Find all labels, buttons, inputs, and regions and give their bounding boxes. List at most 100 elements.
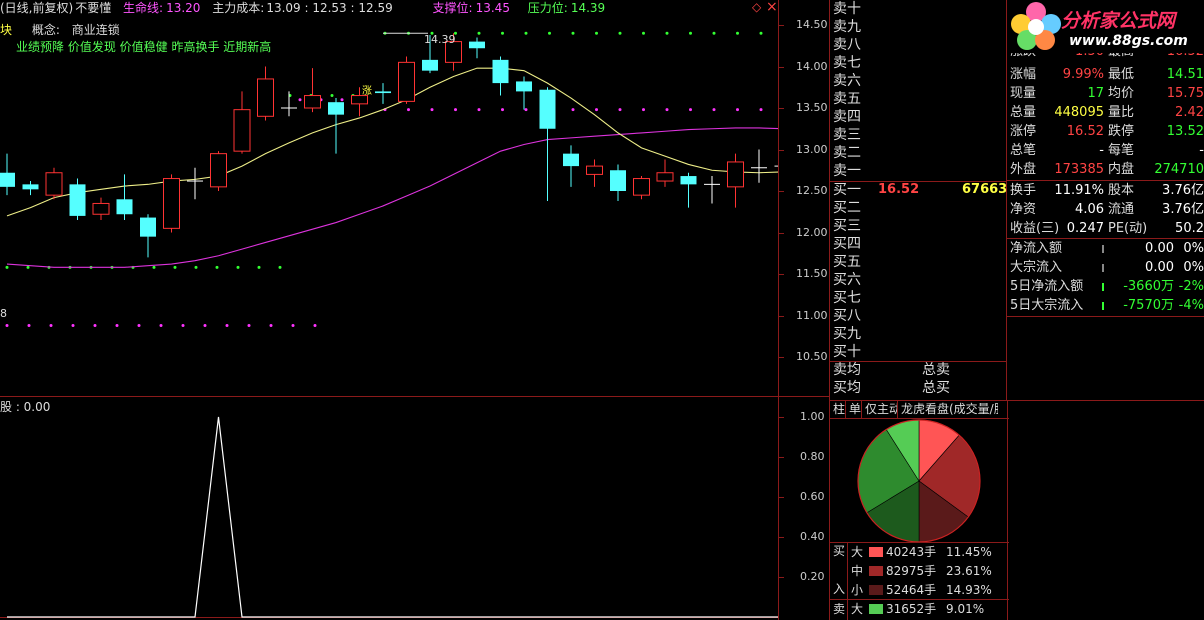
legend-pct: 23.61% xyxy=(946,564,992,578)
legend-swatch xyxy=(869,547,883,557)
change-label: 涨跌 xyxy=(1010,53,1036,61)
lifeline-dot xyxy=(736,108,739,112)
indicator-tick: 0.40 xyxy=(800,530,825,543)
low-dot xyxy=(5,323,9,327)
support-dot xyxy=(278,265,282,269)
indicator-chart[interactable] xyxy=(0,397,778,620)
flow-bar xyxy=(1102,264,1104,272)
candle-body xyxy=(563,153,579,167)
quote-row-label: 总量 xyxy=(1010,105,1037,120)
pressure-dot xyxy=(524,31,528,35)
quote-row-value-2: - xyxy=(1199,143,1204,158)
candle-body xyxy=(304,95,321,109)
quote-row-2-value: 0.247 xyxy=(1066,221,1104,236)
flow-label: 净流入额 xyxy=(1010,241,1063,256)
quote-row-label-2: 最低 xyxy=(1108,67,1135,82)
buy-level-label: 买十 xyxy=(833,344,861,360)
lifeline-dot xyxy=(712,108,716,112)
legend-col-line xyxy=(847,543,848,620)
candle-body xyxy=(116,199,133,215)
price-tick: 12.00 xyxy=(796,225,828,239)
low-dot xyxy=(71,323,75,327)
candle-body xyxy=(727,161,744,188)
lifeline-dot xyxy=(618,108,622,112)
quote-row-2-label-2: 流通 xyxy=(1108,202,1135,217)
buy1-price: 16.52 xyxy=(878,182,920,197)
candle-body xyxy=(375,91,391,94)
cost-dot xyxy=(330,94,334,98)
price-tick-mark xyxy=(779,315,784,317)
price-tick-mark xyxy=(779,25,784,26)
indicator-tick-mark xyxy=(779,537,784,538)
tab-1[interactable]: 单 xyxy=(846,401,862,418)
quote-row-label: 外盘 xyxy=(1010,162,1037,177)
quote-row-label: 涨幅 xyxy=(1010,67,1037,82)
pressure-dot xyxy=(548,31,551,35)
quote-row-label-2: 跌停 xyxy=(1108,124,1135,139)
concept-line: 块 概念: 商业连锁 xyxy=(0,21,120,38)
flow-pct: 0% xyxy=(1183,241,1204,256)
sell-level-label: 卖二 xyxy=(833,145,861,161)
lifeline-dot xyxy=(689,108,692,112)
lifeline-dot xyxy=(595,108,598,112)
quote-divider-3 xyxy=(1007,316,1204,317)
kline-chart[interactable] xyxy=(0,0,778,396)
legend-buy-label-2: 入 xyxy=(833,582,846,596)
candle-body xyxy=(92,202,110,215)
legend-size: 小 xyxy=(851,583,864,597)
quote-row-label: 总笔 xyxy=(1010,143,1037,158)
price-tick-mark xyxy=(779,108,784,109)
pressure-dot xyxy=(712,31,716,35)
legend-swatch xyxy=(869,585,883,595)
pressure-dot xyxy=(501,31,504,35)
candle-body xyxy=(163,178,180,229)
lifeline-dot xyxy=(642,108,645,112)
flow-bar xyxy=(1102,283,1104,291)
price-tick: 10.50 xyxy=(796,350,828,363)
total-sell-label: 总卖 xyxy=(922,362,950,378)
price-tick: 13.50 xyxy=(796,101,828,114)
tab-0[interactable]: 柱 xyxy=(830,401,846,418)
legend-qty: 82975手 xyxy=(886,564,937,578)
tab-2[interactable]: 仅主动 xyxy=(862,401,898,418)
candle-body xyxy=(233,109,251,152)
pressure-dot xyxy=(665,31,669,35)
price-tick: 11.50 xyxy=(796,267,828,280)
logo-title: 分析家公式网 xyxy=(1061,10,1176,32)
candle-body xyxy=(539,89,556,129)
high-label: 最高 xyxy=(1108,53,1134,61)
candle-body xyxy=(516,81,532,92)
candle-body xyxy=(656,172,674,182)
quote-row-label-2: 均价 xyxy=(1108,86,1135,101)
close-icon[interactable]: × xyxy=(766,0,778,15)
lifeline-dot xyxy=(407,108,410,112)
indicator-tick-mark xyxy=(779,417,784,418)
candle-body xyxy=(69,184,86,216)
tab-3[interactable]: 龙虎看盘(成交量/股 xyxy=(898,401,998,418)
ma-purple-line xyxy=(6,127,778,268)
quote-row-label-2: 每笔 xyxy=(1108,143,1135,158)
quote-row-label-2: 量比 xyxy=(1108,105,1135,120)
indicator-tick: 0.60 xyxy=(800,490,825,503)
candle-body xyxy=(680,176,697,185)
buy-level-label: 买二 xyxy=(833,200,861,216)
price-tick-mark xyxy=(779,274,784,275)
legend-qty: 31652手 xyxy=(886,602,937,616)
buy-level-label: 买八 xyxy=(833,308,861,324)
legend-sell-label: 卖 xyxy=(833,602,846,616)
quote-divider-2 xyxy=(1007,238,1204,239)
cost-dot-2 xyxy=(298,98,302,102)
flow-value: 0.00 xyxy=(1145,260,1174,275)
pressure-dot xyxy=(595,31,598,35)
price-tick-mark xyxy=(779,357,784,358)
sell-level-label: 卖八 xyxy=(833,37,861,53)
price-tick: 14.00 xyxy=(796,59,828,73)
cost-values: 13.09 : 12.53 : 12.59 xyxy=(266,1,393,15)
diamond-icon[interactable]: ◇ xyxy=(752,0,761,14)
buy-level-label: 买一 xyxy=(833,182,861,198)
buy-level-label: 买三 xyxy=(833,218,861,234)
legend-size: 大 xyxy=(851,602,864,616)
candle-body xyxy=(140,217,156,237)
sell-level-label: 卖六 xyxy=(833,73,861,89)
low-dot xyxy=(49,323,53,327)
